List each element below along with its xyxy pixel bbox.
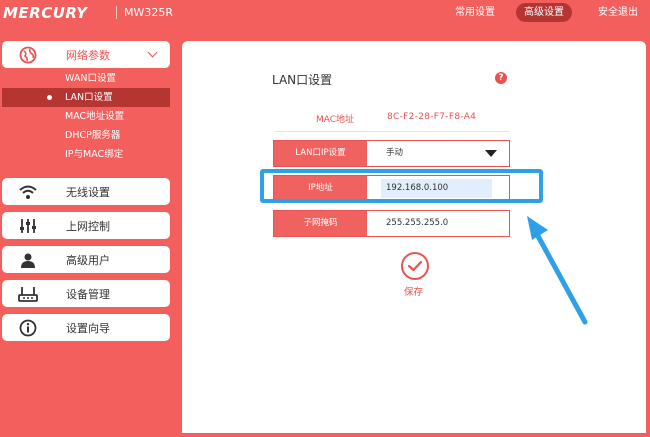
annotation-arrow-icon: [527, 216, 588, 325]
